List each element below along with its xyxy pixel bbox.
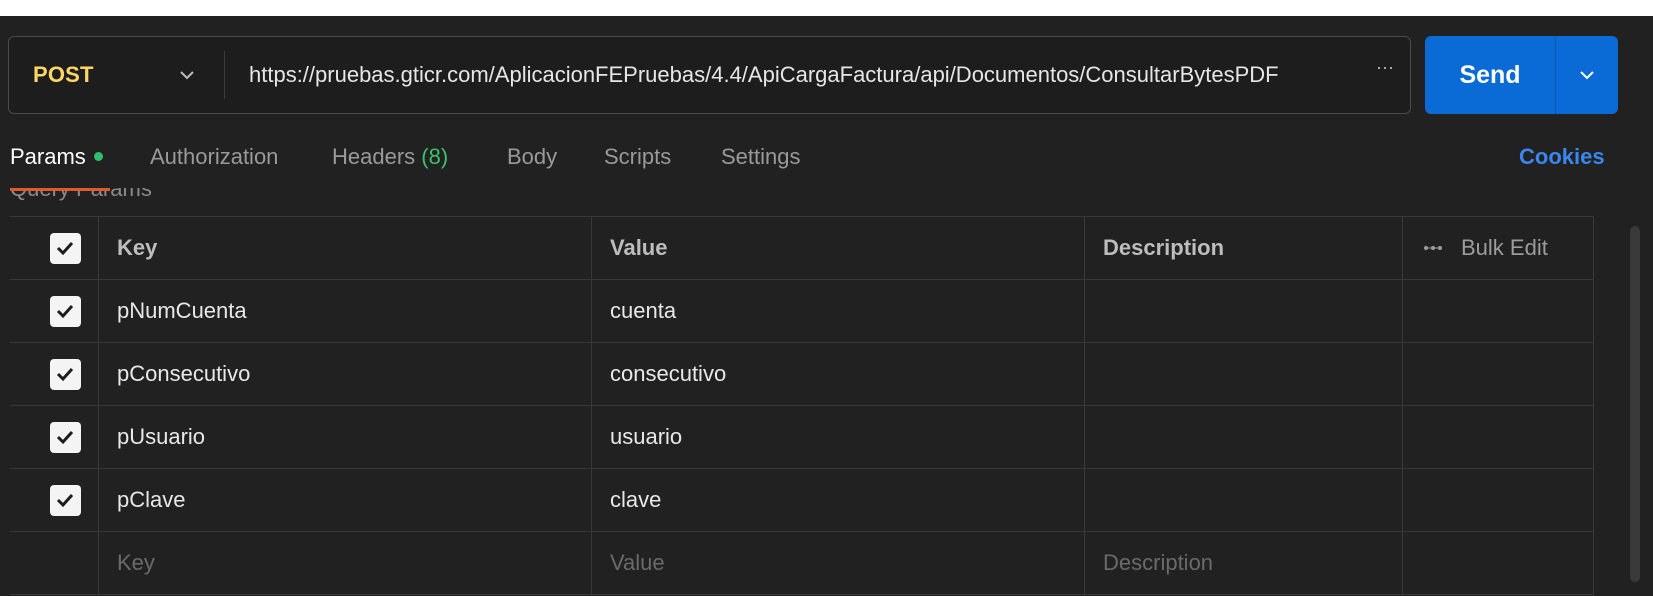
tab-headers[interactable]: Headers (8) — [332, 144, 448, 170]
row-checkbox[interactable] — [49, 421, 81, 453]
bulk-edit-label: Bulk Edit — [1461, 235, 1548, 260]
checkmark-icon — [56, 367, 74, 382]
new-key-input[interactable]: Key — [98, 532, 591, 594]
send-group: Send — [1425, 36, 1618, 114]
method-select[interactable]: POST — [9, 37, 224, 113]
table-row: pClave clave — [10, 469, 1594, 532]
param-value[interactable]: usuario — [591, 406, 1084, 468]
checkmark-icon — [56, 241, 74, 256]
tab-headers-label: Headers — [332, 144, 416, 169]
headers-count: (8) — [421, 144, 449, 169]
checkmark-icon — [56, 304, 74, 319]
url-overflow-indicator: ··· — [1376, 57, 1394, 77]
param-value[interactable]: clave — [591, 469, 1084, 531]
tab-params[interactable]: Params — [10, 144, 103, 170]
table-row: pUsuario usuario — [10, 406, 1594, 469]
active-indicator-dot — [93, 151, 103, 161]
row-check-cell — [10, 343, 98, 405]
params-table: Key Value Description Bulk Edit pNumCuen… — [10, 216, 1594, 595]
send-button[interactable]: Send — [1425, 36, 1555, 114]
checkmark-icon — [56, 493, 74, 508]
table-header-row: Key Value Description Bulk Edit — [10, 217, 1594, 280]
select-all-cell — [10, 217, 98, 279]
param-value[interactable]: consecutivo — [591, 343, 1084, 405]
row-checkbox[interactable] — [49, 358, 81, 390]
column-header-key: Key — [98, 217, 591, 279]
column-header-value: Value — [591, 217, 1084, 279]
new-value-input[interactable]: Value — [591, 532, 1084, 594]
row-checkbox[interactable] — [49, 295, 81, 327]
column-header-description: Description — [1084, 217, 1402, 279]
row-check-cell — [10, 532, 98, 594]
param-description[interactable] — [1084, 343, 1402, 405]
tab-settings[interactable]: Settings — [721, 144, 801, 170]
row-actions-cell — [1402, 406, 1594, 468]
table-row: pNumCuenta cuenta — [10, 280, 1594, 343]
param-description[interactable] — [1084, 280, 1402, 342]
row-actions-cell — [1402, 343, 1594, 405]
chevron-down-icon — [180, 71, 194, 80]
bulk-edit-button[interactable]: Bulk Edit — [1402, 217, 1594, 279]
chevron-down-icon — [1580, 71, 1594, 80]
param-description[interactable] — [1084, 469, 1402, 531]
url-input[interactable]: https://pruebas.gticr.com/AplicacionFEPr… — [225, 62, 1410, 88]
row-actions-cell — [1402, 469, 1594, 531]
row-check-cell — [10, 406, 98, 468]
vertical-scrollbar[interactable] — [1630, 226, 1640, 582]
send-options-button[interactable] — [1556, 36, 1618, 114]
row-check-cell — [10, 280, 98, 342]
row-actions-cell — [1402, 280, 1594, 342]
row-checkbox[interactable] — [49, 484, 81, 516]
new-description-input[interactable]: Description — [1084, 532, 1402, 594]
tab-authorization[interactable]: Authorization — [150, 144, 278, 170]
param-key[interactable]: pConsecutivo — [98, 343, 591, 405]
tab-body[interactable]: Body — [507, 144, 557, 170]
request-editor: POST https://pruebas.gticr.com/Aplicacio… — [0, 16, 1653, 596]
select-all-checkbox[interactable] — [49, 232, 81, 264]
row-actions-cell — [1402, 532, 1594, 594]
table-row: pConsecutivo consecutivo — [10, 343, 1594, 406]
tab-params-label: Params — [10, 144, 86, 169]
param-key[interactable]: pNumCuenta — [98, 280, 591, 342]
param-key[interactable]: pUsuario — [98, 406, 591, 468]
url-bar: POST https://pruebas.gticr.com/Aplicacio… — [8, 36, 1411, 114]
method-label: POST — [33, 62, 94, 87]
param-value[interactable]: cuenta — [591, 280, 1084, 342]
tab-scripts[interactable]: Scripts — [604, 144, 671, 170]
bulk-edit-icon — [1424, 246, 1442, 250]
row-check-cell — [10, 469, 98, 531]
checkmark-icon — [56, 430, 74, 445]
active-tab-underline — [10, 188, 110, 191]
new-param-row: Key Value Description — [10, 532, 1594, 595]
cookies-link[interactable]: Cookies — [1519, 144, 1605, 170]
param-description[interactable] — [1084, 406, 1402, 468]
param-key[interactable]: pClave — [98, 469, 591, 531]
